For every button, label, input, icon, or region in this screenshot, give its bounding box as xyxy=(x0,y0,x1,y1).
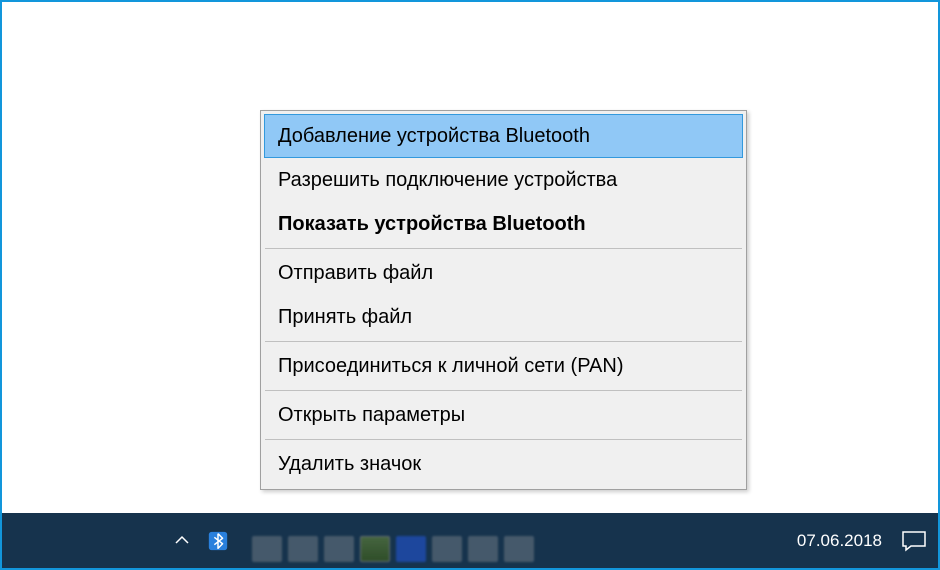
menu-item-remove-icon[interactable]: Удалить значок xyxy=(264,442,743,486)
menu-separator xyxy=(265,248,742,249)
menu-item-label: Показать устройства Bluetooth xyxy=(278,213,586,235)
taskbar-right-section: 07.06.2018 xyxy=(793,513,928,568)
tray-icon[interactable] xyxy=(360,536,390,562)
menu-item-label: Добавление устройства Bluetooth xyxy=(278,125,590,147)
tray-icon[interactable] xyxy=(432,536,462,562)
taskbar-date[interactable]: 07.06.2018 xyxy=(793,531,886,551)
menu-item-send-file[interactable]: Отправить файл xyxy=(264,251,743,295)
menu-separator xyxy=(265,390,742,391)
tray-show-hidden-icons[interactable] xyxy=(164,524,200,557)
menu-item-allow-connection[interactable]: Разрешить подключение устройства xyxy=(264,158,743,202)
chevron-up-icon xyxy=(174,534,190,546)
menu-item-open-settings[interactable]: Открыть параметры xyxy=(264,393,743,437)
tray-icon[interactable] xyxy=(288,536,318,562)
menu-item-label: Присоединиться к личной сети (PAN) xyxy=(278,355,624,377)
bluetooth-context-menu: Добавление устройства Bluetooth Разрешит… xyxy=(260,110,747,490)
taskbar-hidden-icons-area xyxy=(252,536,534,562)
menu-item-label: Принять файл xyxy=(278,306,412,328)
notification-icon xyxy=(900,529,928,553)
menu-separator xyxy=(265,341,742,342)
tray-icon[interactable] xyxy=(324,536,354,562)
tray-icon[interactable] xyxy=(252,536,282,562)
menu-item-label: Разрешить подключение устройства xyxy=(278,169,617,191)
menu-item-label: Отправить файл xyxy=(278,262,433,284)
tray-icon[interactable] xyxy=(504,536,534,562)
tray-icon[interactable] xyxy=(468,536,498,562)
menu-item-show-bluetooth-devices[interactable]: Показать устройства Bluetooth xyxy=(264,202,743,246)
action-center-icon[interactable] xyxy=(900,529,928,553)
bluetooth-icon xyxy=(207,530,229,552)
menu-separator xyxy=(265,439,742,440)
menu-item-label: Удалить значок xyxy=(278,453,421,475)
tray-icon[interactable] xyxy=(396,536,426,562)
menu-item-add-bluetooth-device[interactable]: Добавление устройства Bluetooth xyxy=(264,114,743,158)
bluetooth-tray-icon[interactable] xyxy=(206,529,230,553)
menu-item-label: Открыть параметры xyxy=(278,404,465,426)
taskbar: 07.06.2018 xyxy=(2,513,938,568)
menu-item-receive-file[interactable]: Принять файл xyxy=(264,295,743,339)
menu-item-join-pan[interactable]: Присоединиться к личной сети (PAN) xyxy=(264,344,743,388)
